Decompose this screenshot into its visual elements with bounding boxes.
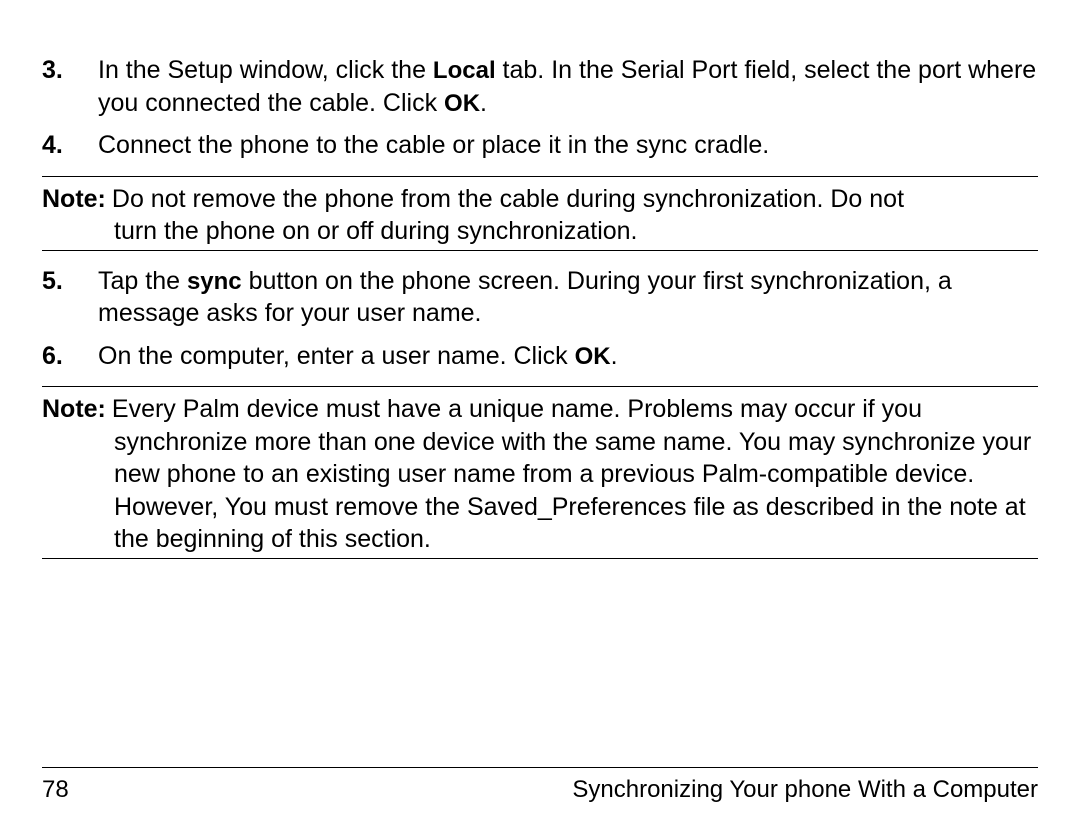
note-label: Note: [42, 393, 106, 426]
step-3: 3. In the Setup window, click the Local … [42, 54, 1038, 119]
ui-term-local: Local [433, 57, 496, 84]
text: In the Setup window, click the [98, 56, 433, 84]
section-title: Synchronizing Your phone With a Computer [572, 776, 1038, 804]
text: On the computer, enter a user name. Clic… [98, 342, 575, 370]
step-number: 3. [42, 54, 98, 87]
note-firstline: Do not remove the phone from the cable d… [112, 183, 1038, 216]
step-number: 4. [42, 129, 98, 162]
note-continuation: synchronize more than one device with th… [114, 426, 1038, 556]
note-2: Note: Every Palm device must have a uniq… [42, 386, 1038, 559]
page-number: 78 [42, 776, 69, 804]
note-row: Note: Do not remove the phone from the c… [42, 183, 1038, 216]
divider [42, 386, 1038, 387]
ui-term-ok: OK [444, 90, 480, 117]
page-content: 3. In the Setup window, click the Local … [42, 54, 1038, 559]
divider [42, 558, 1038, 559]
divider [42, 176, 1038, 177]
text: Connect the phone to the cable or place … [98, 131, 769, 159]
step-body: Tap the sync button on the phone screen.… [98, 265, 1038, 330]
note-continuation: turn the phone on or off during synchron… [114, 215, 1038, 248]
step-4: 4. Connect the phone to the cable or pla… [42, 129, 1038, 162]
note-firstline: Every Palm device must have a unique nam… [112, 393, 1038, 426]
text: Tap the [98, 267, 187, 295]
ui-term-ok: OK [575, 343, 611, 370]
step-6: 6. On the computer, enter a user name. C… [42, 340, 1038, 373]
page-footer: 78 Synchronizing Your phone With a Compu… [42, 767, 1038, 804]
text: . [611, 342, 618, 370]
divider [42, 250, 1038, 251]
step-5: 5. Tap the sync button on the phone scre… [42, 265, 1038, 330]
note-1: Note: Do not remove the phone from the c… [42, 176, 1038, 251]
divider [42, 767, 1038, 768]
note-row: Note: Every Palm device must have a uniq… [42, 393, 1038, 426]
step-number: 6. [42, 340, 98, 373]
step-body: Connect the phone to the cable or place … [98, 129, 1038, 162]
step-body: In the Setup window, click the Local tab… [98, 54, 1038, 119]
text: . [480, 89, 487, 117]
footer-line: 78 Synchronizing Your phone With a Compu… [42, 776, 1038, 804]
note-label: Note: [42, 183, 106, 216]
step-number: 5. [42, 265, 98, 298]
ui-term-sync: sync [187, 268, 242, 295]
step-body: On the computer, enter a user name. Clic… [98, 340, 1038, 373]
page: 3. In the Setup window, click the Local … [0, 0, 1080, 834]
